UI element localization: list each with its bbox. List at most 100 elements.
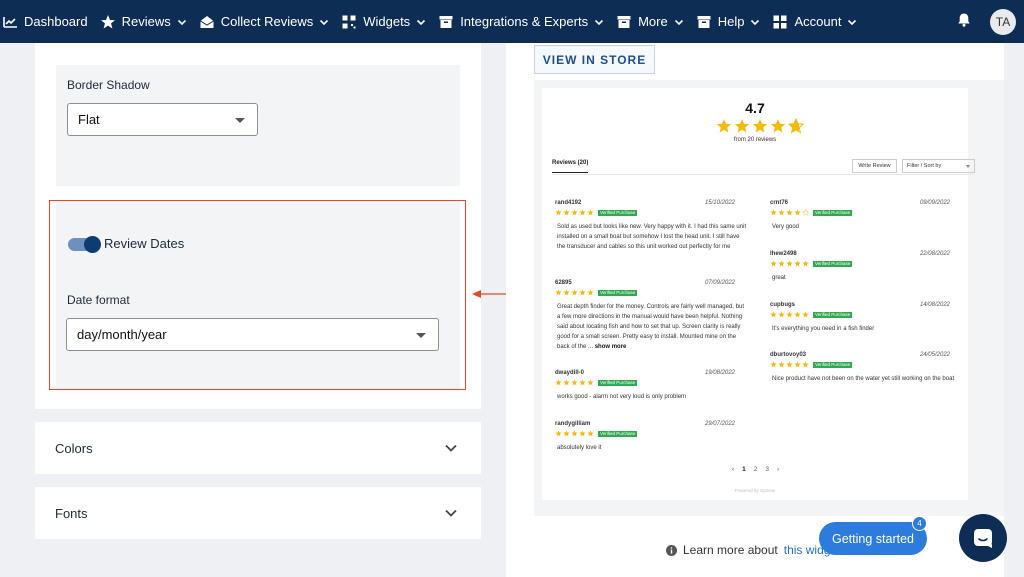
tab-reviews[interactable]: Reviews (20) bbox=[552, 160, 589, 173]
chevron-down-icon bbox=[445, 444, 457, 452]
border-shadow-section: Border Shadow Flat bbox=[56, 65, 460, 186]
review-text: Nice product have not been on the water … bbox=[772, 374, 962, 384]
nav-item-integrations-experts[interactable]: Integrations & Experts bbox=[432, 0, 610, 43]
tab-divider bbox=[552, 174, 973, 175]
nav-item-account[interactable]: Account bbox=[766, 0, 863, 43]
caret-down-icon bbox=[235, 117, 245, 123]
average-rating: 4.7 bbox=[745, 100, 765, 116]
star-icon bbox=[794, 311, 801, 318]
star-icon bbox=[794, 260, 801, 267]
star-icon bbox=[802, 260, 809, 267]
page-numbers: 1 23 bbox=[742, 466, 769, 473]
reviewer-name: crnt76 bbox=[770, 200, 789, 206]
chevron-down-icon bbox=[445, 509, 457, 517]
show-more-link[interactable]: show more bbox=[593, 344, 627, 350]
write-review-button[interactable]: Write Review bbox=[852, 159, 897, 173]
nav-item-widgets[interactable]: Widgets bbox=[335, 0, 432, 43]
pagination: ‹ 1 23 › bbox=[732, 466, 779, 473]
star-icon bbox=[788, 118, 804, 134]
star-icon bbox=[794, 361, 801, 368]
star-icon bbox=[734, 119, 750, 133]
review-date: 24/05/2022 bbox=[919, 352, 950, 358]
next-page-icon[interactable]: › bbox=[777, 466, 779, 473]
verified-badge: Verified Purchase bbox=[598, 289, 638, 296]
page-number[interactable]: 3 bbox=[765, 466, 769, 473]
rating-stars bbox=[716, 118, 806, 134]
review-body: It's everything you need in a fish finde… bbox=[772, 326, 875, 332]
nav-item-collect-reviews[interactable]: Collect Reviews bbox=[193, 0, 335, 43]
nav-item-label: Reviews bbox=[121, 14, 171, 29]
review-date: 29/07/2022 bbox=[704, 421, 735, 427]
star-icon bbox=[571, 430, 578, 437]
settings-column: Border Shadow Flat Review Dates Date for… bbox=[35, 43, 481, 577]
star-icon bbox=[778, 311, 785, 318]
star-icon bbox=[579, 379, 586, 386]
star-icon bbox=[100, 14, 115, 28]
review-text: works good - alarm not very loud is only… bbox=[557, 392, 747, 402]
review-date: 14/08/2022 bbox=[919, 302, 950, 308]
nav-item-label: Integrations & Experts bbox=[460, 14, 589, 29]
caret-down-icon bbox=[966, 165, 970, 168]
widget-preview-frame: 4.7 from 20 reviews Reviews (20) Write R… bbox=[534, 80, 1004, 516]
star-icon bbox=[563, 379, 570, 386]
chart-icon bbox=[3, 16, 17, 28]
nav-item-help[interactable]: Help bbox=[690, 0, 767, 43]
verified-badge: Verified Purchase bbox=[813, 361, 853, 368]
verified-badge: Verified Purchase bbox=[598, 379, 638, 386]
qr-icon bbox=[342, 15, 356, 28]
reviewer-name: dwaydill-0 bbox=[555, 370, 585, 376]
bell-icon[interactable] bbox=[956, 12, 972, 31]
avatar[interactable]: TA bbox=[990, 8, 1016, 35]
star-icon bbox=[778, 209, 785, 216]
colors-accordion[interactable]: Colors bbox=[35, 422, 481, 474]
nav-item-label: Account bbox=[794, 14, 842, 29]
border-shadow-select[interactable]: Flat bbox=[67, 103, 258, 136]
star-icon bbox=[786, 209, 793, 216]
chevron-down-icon bbox=[848, 19, 857, 25]
nav-item-label: Collect Reviews bbox=[220, 14, 314, 29]
star-icon bbox=[563, 209, 570, 216]
view-in-store-button[interactable]: VIEW IN STORE bbox=[534, 45, 655, 74]
border-shadow-label: Border Shadow bbox=[67, 78, 150, 92]
star-icon bbox=[752, 119, 768, 133]
prev-page-icon[interactable]: ‹ bbox=[732, 466, 734, 473]
box-icon bbox=[617, 15, 631, 28]
star-icon bbox=[563, 289, 570, 296]
grid-icon bbox=[773, 15, 787, 28]
star-icon bbox=[802, 311, 809, 318]
review-date: 19/08/2022 bbox=[704, 370, 735, 376]
review-date: 15/10/2022 bbox=[704, 200, 735, 206]
preview-panel: VIEW IN STORE 4.7 from 20 reviews Review… bbox=[506, 43, 1004, 577]
page-number[interactable]: 2 bbox=[754, 466, 758, 473]
star-icon bbox=[571, 379, 578, 386]
page-number[interactable]: 1 bbox=[742, 466, 746, 473]
verified-badge: Verified Purchase bbox=[813, 260, 853, 267]
verified-badge: Verified Purchase bbox=[813, 311, 853, 318]
mail-open-icon bbox=[199, 15, 214, 28]
filter-sort-select[interactable]: Filter / Sort by bbox=[902, 159, 975, 173]
getting-started-button[interactable]: Getting started bbox=[819, 522, 927, 555]
nav-item-dashboard[interactable]: Dashboard bbox=[0, 0, 94, 43]
review-count: from 20 reviews bbox=[733, 137, 777, 143]
star-icon bbox=[571, 209, 578, 216]
nav-item-more[interactable]: More bbox=[610, 0, 690, 43]
star-icon bbox=[770, 260, 777, 267]
reviewer-name: lhew2498 bbox=[770, 251, 797, 257]
review-text: Great depth finder for the money. Contro… bbox=[557, 302, 747, 352]
chat-launcher-button[interactable] bbox=[959, 514, 1007, 562]
top-navigation: Dashboard Reviews Collect Reviews Widgets In… bbox=[0, 0, 1024, 43]
chevron-down-icon bbox=[751, 19, 760, 25]
star-icon bbox=[563, 430, 570, 437]
nav-item-reviews[interactable]: Reviews bbox=[94, 0, 193, 43]
review-body: Sold as used but looks like new. Very ha… bbox=[557, 224, 747, 250]
star-icon bbox=[778, 260, 785, 267]
verified-badge: Verified Purchase bbox=[598, 430, 638, 437]
fonts-accordion[interactable]: Fonts bbox=[35, 487, 481, 539]
nav-menu: Dashboard Reviews Collect Reviews Widgets In… bbox=[0, 0, 863, 43]
settings-panel: Border Shadow Flat Review Dates Date for… bbox=[35, 43, 481, 409]
review-body: absolutely love it bbox=[557, 445, 602, 451]
review-stars: Verified Purchase bbox=[770, 311, 853, 318]
star-icon bbox=[802, 361, 809, 368]
star-icon bbox=[555, 379, 562, 386]
review-stars: Verified Purchase bbox=[770, 209, 853, 216]
